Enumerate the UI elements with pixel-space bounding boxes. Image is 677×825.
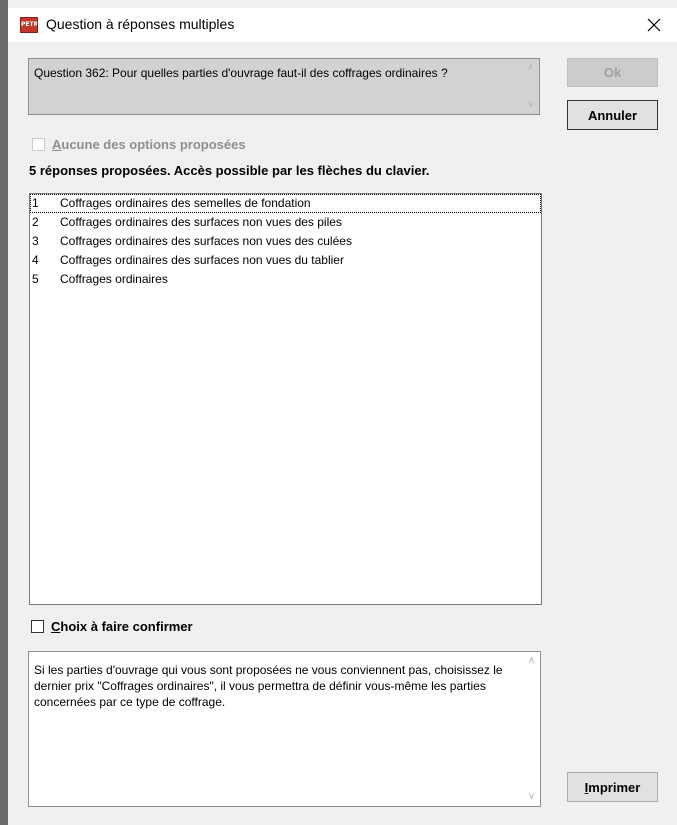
list-item-text: Coffrages ordinaires des surfaces non vu… — [60, 253, 344, 267]
list-item-text: Coffrages ordinaires des surfaces non vu… — [60, 234, 352, 248]
title-bar[interactable]: PETRA Question à réponses multiples — [8, 8, 677, 42]
none-option-label[interactable]: Aucune des options proposées — [52, 137, 246, 152]
close-icon — [647, 18, 660, 32]
confirm-choice-label-rest: hoix à faire confirmer — [60, 619, 193, 634]
help-scrollbar[interactable]: ∧ ∨ — [523, 652, 540, 806]
down-arrow-icon[interactable]: ∨ — [527, 96, 534, 114]
none-option-label-rest: ucune des options proposées — [61, 137, 246, 152]
background-edge — [0, 0, 8, 825]
dialog-client-area: Question 362: Pour quelles parties d'ouv… — [8, 42, 677, 825]
close-button[interactable] — [630, 8, 677, 42]
list-item-number: 3 — [32, 234, 39, 248]
question-text: Question 362: Pour quelles parties d'ouv… — [34, 66, 448, 80]
confirm-choice-checkbox[interactable] — [31, 620, 44, 633]
list-item-number: 1 — [32, 196, 39, 210]
list-item-number: 4 — [32, 253, 39, 267]
list-item-text: Coffrages ordinaires — [60, 272, 168, 286]
instructions-text: 5 réponses proposées. Accès possible par… — [29, 163, 430, 178]
window-top-strip — [8, 0, 677, 8]
print-button[interactable]: Imprimer — [567, 772, 658, 802]
confirm-choice-label[interactable]: Choix à faire confirmer — [51, 619, 193, 634]
list-item-text: Coffrages ordinaires des semelles de fon… — [60, 196, 311, 210]
app-logo-icon: PETRA — [20, 17, 38, 33]
ok-button[interactable]: Ok — [567, 58, 658, 87]
cancel-button[interactable]: Annuler — [567, 100, 658, 130]
list-item-number: 5 — [32, 272, 39, 286]
list-item[interactable]: 4 Coffrages ordinaires des surfaces non … — [30, 251, 541, 270]
list-item-number: 2 — [32, 215, 39, 229]
confirm-choice-mnemonic: C — [51, 619, 61, 634]
help-text: Si les parties d'ouvrage qui vous sont p… — [34, 663, 503, 709]
up-arrow-icon[interactable]: ∧ — [528, 652, 535, 670]
list-item[interactable]: 3 Coffrages ordinaires des surfaces non … — [30, 232, 541, 251]
list-item-text: Coffrages ordinaires des surfaces non vu… — [60, 215, 342, 229]
question-textbox[interactable]: Question 362: Pour quelles parties d'ouv… — [28, 58, 540, 115]
list-item[interactable]: 5 Coffrages ordinaires — [30, 270, 541, 289]
list-item[interactable]: 1 Coffrages ordinaires des semelles de f… — [30, 194, 541, 213]
question-scrollbar[interactable]: ∧ ∨ — [522, 59, 539, 114]
down-arrow-icon[interactable]: ∨ — [528, 788, 535, 806]
window-title: Question à réponses multiples — [46, 16, 235, 32]
answers-listbox[interactable]: 1 Coffrages ordinaires des semelles de f… — [29, 193, 542, 605]
up-arrow-icon[interactable]: ∧ — [527, 59, 534, 77]
dialog-window: PETRA Question à réponses multiples Ques… — [0, 0, 677, 825]
help-textbox[interactable]: Si les parties d'ouvrage qui vous sont p… — [28, 651, 541, 807]
print-label-rest: mprimer — [588, 779, 641, 795]
none-option-mnemonic: A — [52, 137, 62, 152]
none-option-checkbox[interactable] — [32, 138, 45, 151]
list-item[interactable]: 2 Coffrages ordinaires des surfaces non … — [30, 213, 541, 232]
